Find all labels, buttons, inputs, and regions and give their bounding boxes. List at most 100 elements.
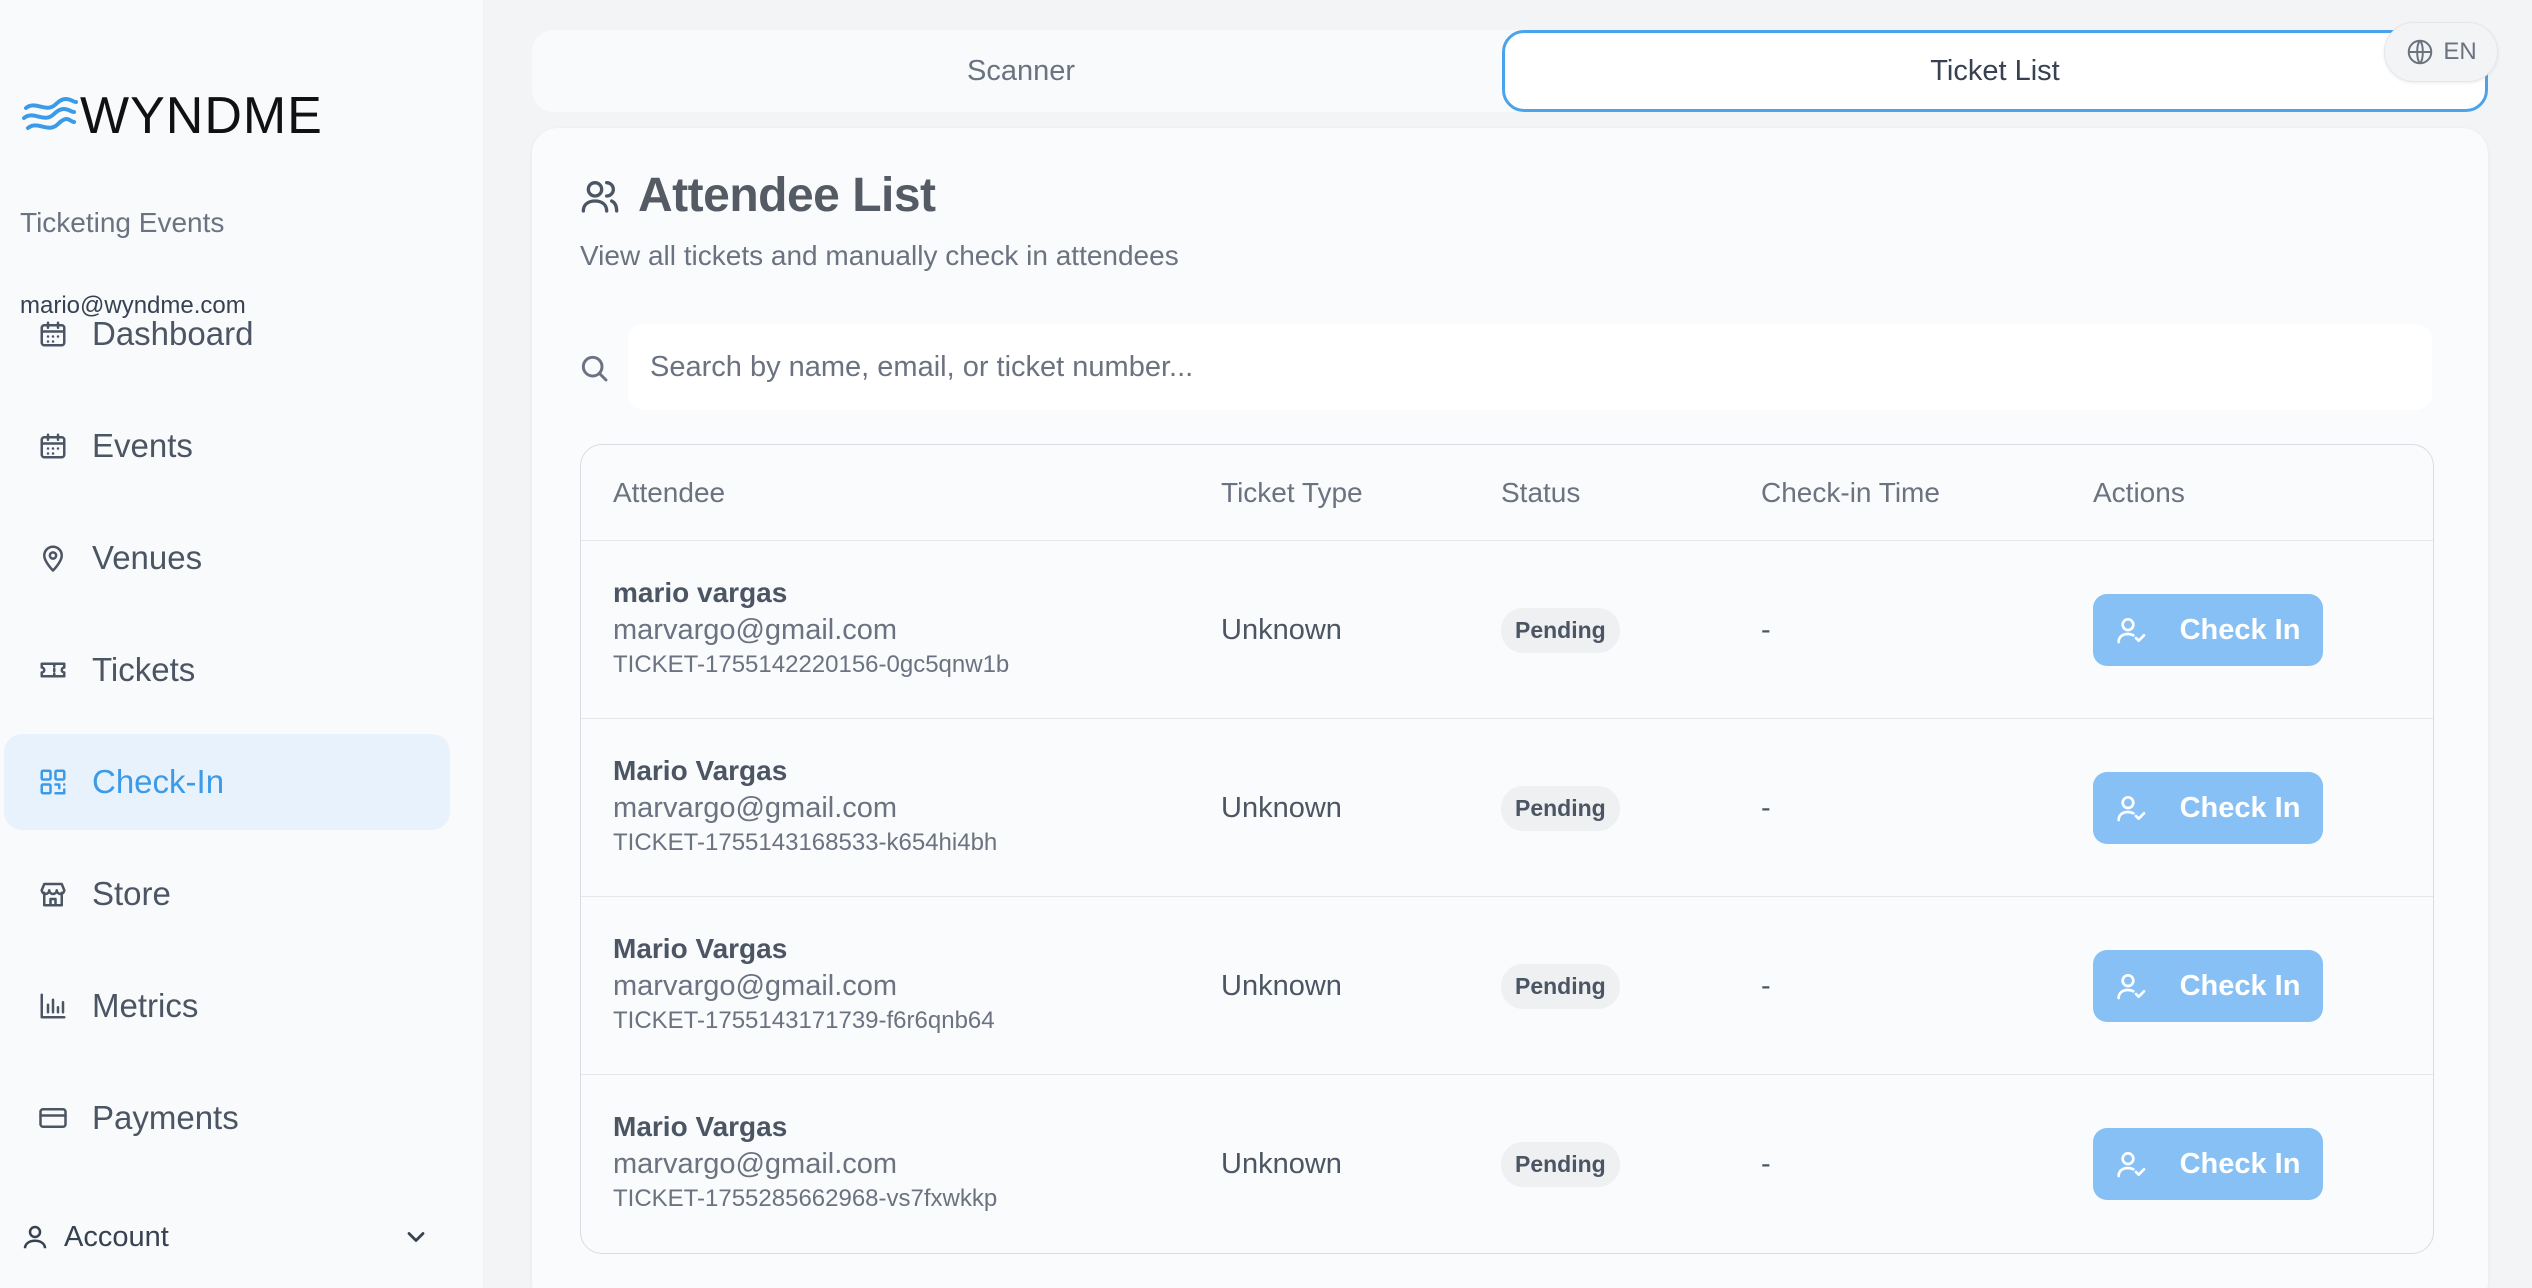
sidebar-item-label: Store <box>92 875 171 912</box>
sidebar-item-metrics[interactable]: Metrics <box>4 958 450 1054</box>
attendee-name: Mario Vargas <box>613 1111 788 1142</box>
ticket-icon <box>36 653 70 687</box>
user-icon <box>20 1222 50 1252</box>
language-switcher[interactable]: EN <box>2384 22 2498 82</box>
qr-code-icon <box>36 765 70 799</box>
status-cell: Pending <box>1501 1075 1620 1253</box>
users-icon <box>580 176 620 216</box>
ticket-type: Unknown <box>1221 1147 1342 1180</box>
chevron-down-icon[interactable] <box>402 1223 430 1251</box>
check-in-time: - <box>1761 791 1771 824</box>
page-subtitle: View all tickets and manually check in a… <box>580 240 1179 271</box>
actions-cell: Check In <box>2093 719 2323 897</box>
table-row: Mario Vargas marvargo@gmail.com TICKET-1… <box>581 897 2433 1075</box>
ticket-number: TICKET-1755142220156-0gc5qnw1b <box>613 651 1010 678</box>
account-label: Account <box>64 1220 169 1253</box>
store-icon <box>36 877 70 911</box>
sidebar-item-tickets[interactable]: Tickets <box>4 622 450 718</box>
brand-logo-text: WYNDME <box>80 87 323 145</box>
search-icon <box>578 352 610 384</box>
user-email: mario@wyndme.com <box>20 292 246 319</box>
view-tabs: Scanner Ticket List <box>532 30 2488 112</box>
attendee-email: marvargo@gmail.com <box>613 970 898 1002</box>
page-title: Attendee List <box>580 168 936 223</box>
actions-cell: Check In <box>2093 541 2323 719</box>
table-row: Mario Vargas marvargo@gmail.com TICKET-1… <box>581 719 2433 897</box>
column-header-status: Status <box>1501 477 1581 508</box>
status-cell: Pending <box>1501 719 1620 897</box>
status-badge: Pending <box>1501 785 1620 831</box>
user-check-icon <box>2116 618 2145 644</box>
status-badge: Pending <box>1501 1141 1620 1187</box>
check-in-button[interactable]: Check In <box>2093 772 2323 844</box>
check-in-button[interactable]: Check In <box>2093 1128 2323 1200</box>
column-header-ticket-type: Ticket Type <box>1221 477 1363 508</box>
sidebar-item-payments[interactable]: Payments <box>4 1070 450 1166</box>
page-title-text: Attendee List <box>638 169 936 222</box>
globe-icon <box>2408 39 2433 65</box>
search-input[interactable] <box>628 324 2432 410</box>
sidebar-item-label: Venues <box>92 539 203 576</box>
sidebar-item-label: Tickets <box>92 651 196 688</box>
actions-cell: Check In <box>2093 897 2323 1075</box>
ticket-number: TICKET-1755285662968-vs7fxwkkp <box>613 1185 998 1212</box>
table-header: Attendee Ticket Type Status Check-in Tim… <box>581 445 2433 541</box>
tab-ticket-list[interactable]: Ticket List <box>1502 30 2488 112</box>
sidebar-item-label: Metrics <box>92 987 199 1024</box>
sidebar: WYNDME Ticketing Events mario@wyndme.com… <box>0 0 484 1288</box>
ticket-number: TICKET-1755143171739-f6r6qnb64 <box>613 1007 995 1034</box>
check-in-button-label: Check In <box>2179 791 2301 824</box>
sidebar-item-store[interactable]: Store <box>4 846 450 942</box>
check-in-time: - <box>1761 613 1771 646</box>
check-in-button-label: Check In <box>2179 969 2301 1002</box>
check-in-button[interactable]: Check In <box>2093 950 2323 1022</box>
sidebar-item-venues[interactable]: Venues <box>4 510 450 606</box>
calendar-icon <box>36 429 70 463</box>
attendee-email: marvargo@gmail.com <box>613 792 898 824</box>
status-cell: Pending <box>1501 541 1620 719</box>
user-check-icon <box>2116 1152 2145 1178</box>
map-pin-icon <box>36 541 70 575</box>
sidebar-item-check-in[interactable]: Check-In <box>4 734 450 830</box>
attendee-table: Attendee Ticket Type Status Check-in Tim… <box>580 444 2434 1254</box>
ticket-type: Unknown <box>1221 613 1342 646</box>
bar-chart-icon <box>36 989 70 1023</box>
status-cell: Pending <box>1501 897 1620 1075</box>
check-in-button-label: Check In <box>2179 613 2301 646</box>
attendee-cell: mario vargas marvargo@gmail.com TICKET-1… <box>613 575 1009 681</box>
attendee-cell: Mario Vargas marvargo@gmail.com TICKET-1… <box>613 931 995 1037</box>
sidebar-item-events[interactable]: Events <box>4 398 450 494</box>
check-in-button[interactable]: Check In <box>2093 594 2323 666</box>
sidebar-item-label: Payments <box>92 1099 239 1136</box>
credit-card-icon <box>36 1101 70 1135</box>
user-check-icon <box>2116 796 2145 822</box>
ticket-number: TICKET-1755143168533-k654hi4bh <box>613 829 998 856</box>
status-badge: Pending <box>1501 963 1620 1009</box>
ticket-type: Unknown <box>1221 969 1342 1002</box>
user-check-icon <box>2116 974 2145 1000</box>
attendee-email: marvargo@gmail.com <box>613 614 898 646</box>
sidebar-item-label: Dashboard <box>92 315 254 352</box>
attendee-name: Mario Vargas <box>613 755 788 786</box>
table-row: mario vargas marvargo@gmail.com TICKET-1… <box>581 541 2433 719</box>
column-header-actions: Actions <box>2093 477 2185 508</box>
wave-logo-icon <box>22 96 78 130</box>
account-menu[interactable]: Account <box>20 1212 430 1262</box>
sidebar-item-label: Check-In <box>92 763 225 800</box>
check-in-time: - <box>1761 1147 1771 1180</box>
column-header-check-in-time: Check-in Time <box>1761 477 1940 508</box>
ticket-type: Unknown <box>1221 791 1342 824</box>
actions-cell: Check In <box>2093 1075 2323 1253</box>
table-row: Mario Vargas marvargo@gmail.com TICKET-1… <box>581 1075 2433 1253</box>
column-header-attendee: Attendee <box>613 477 726 508</box>
org-name: Ticketing Events <box>20 207 225 238</box>
attendee-name: mario vargas <box>613 577 788 608</box>
attendee-cell: Mario Vargas marvargo@gmail.com TICKET-1… <box>613 753 997 859</box>
attendee-cell: Mario Vargas marvargo@gmail.com TICKET-1… <box>613 1109 997 1215</box>
tab-scanner[interactable]: Scanner <box>532 30 1510 112</box>
main-content: Scanner Ticket List EN Attendee List Vie… <box>484 0 2532 1288</box>
sidebar-item-label: Events <box>92 427 193 464</box>
status-badge: Pending <box>1501 607 1620 653</box>
check-in-button-label: Check In <box>2179 1147 2301 1180</box>
brand-logo[interactable]: WYNDME <box>22 87 323 145</box>
